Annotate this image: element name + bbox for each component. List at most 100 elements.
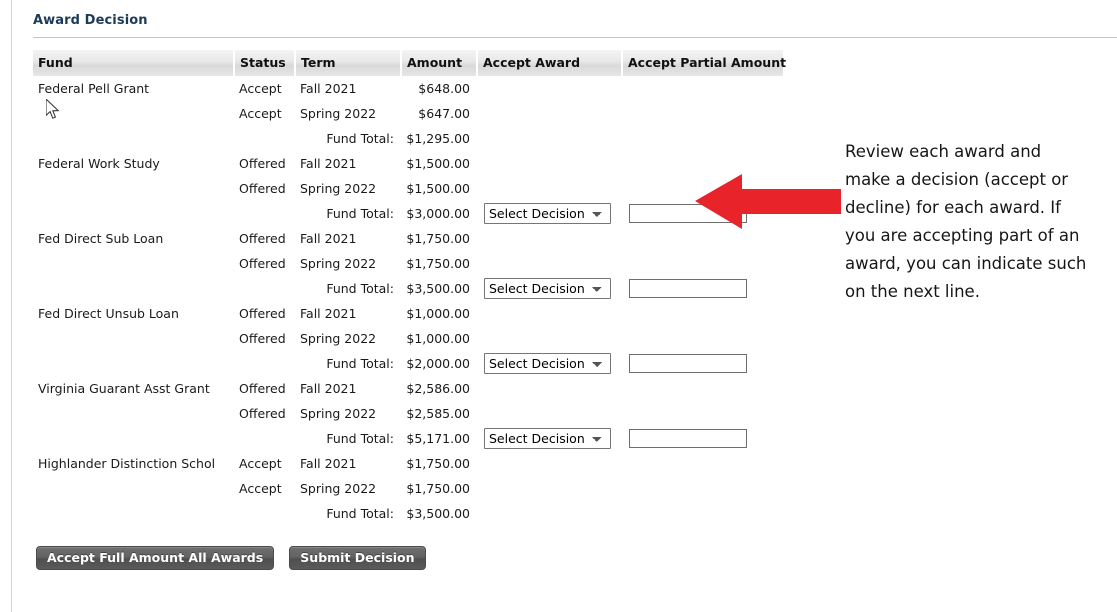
cell-fund-name: Fed Direct Sub Loan	[38, 231, 164, 246]
fund-total-amount: $2,000.00	[406, 356, 470, 371]
partial-amount-input[interactable]	[629, 279, 747, 298]
cell-accept-partial-empty	[622, 101, 783, 126]
partial-amount-input[interactable]	[629, 429, 747, 448]
cell-term: Fall 2021	[300, 456, 357, 471]
cell-status: Accept	[239, 481, 282, 496]
cell-accept-partial-empty	[622, 126, 783, 151]
cell-term: Fall 2021	[300, 306, 357, 321]
cell-amount: $2,585.00	[406, 406, 470, 421]
cell-fund-name-empty	[33, 126, 234, 151]
annotation-instruction-text: Review each award and make a decision (a…	[845, 142, 1087, 301]
cell-amount: $1,750.00	[406, 231, 470, 246]
fund-total-label: Fund Total:	[326, 281, 394, 296]
cell-accept-award-empty	[477, 251, 622, 276]
cell-accept-partial-empty	[622, 76, 783, 101]
cell-accept-award-empty	[477, 401, 622, 426]
cell-fund-name: Highlander Distinction Schol	[38, 456, 216, 471]
cell-fund-name-empty	[33, 501, 234, 526]
cell-accept-award-empty	[477, 76, 622, 101]
decision-select[interactable]: Select DecisionAcceptDecline	[484, 278, 611, 299]
cell-accept-award-empty	[477, 126, 622, 151]
table-body: Federal Pell Grant Accept Fall 2021 $648.00…	[33, 76, 783, 526]
cell-accept-award: Select DecisionAcceptDecline	[477, 276, 622, 301]
fund-total-label: Fund Total:	[326, 506, 394, 521]
cell-status-empty	[234, 276, 295, 301]
title-divider	[33, 37, 1117, 38]
table-row: Accept Spring 2022 $647.00	[33, 101, 783, 126]
fund-total-label: Fund Total:	[326, 206, 394, 221]
cell-accept-award-empty	[477, 376, 622, 401]
table-row: Fed Direct Unsub Loan Offered Fall 2021 $1,…	[33, 301, 783, 326]
fund-total-amount: $3,000.00	[406, 206, 470, 221]
cell-accept-award-empty	[477, 301, 622, 326]
action-button-bar: Accept Full Amount All Awards Submit Dec…	[36, 546, 426, 570]
cell-status-empty	[234, 201, 295, 226]
table-row: Offered Spring 2022 $2,585.00	[33, 401, 783, 426]
cell-status: Accept	[239, 106, 282, 121]
cell-accept-award: Select DecisionAcceptDecline	[477, 351, 622, 376]
cell-accept-award-empty	[477, 451, 622, 476]
cell-accept-partial-empty	[622, 476, 783, 501]
table-row-fund-total: Fund Total: $5,171.00 Select DecisionAccep…	[33, 426, 783, 451]
table-row: Fed Direct Sub Loan Offered Fall 2021 $1,75…	[33, 226, 783, 251]
cell-fund-name-empty	[33, 176, 234, 201]
fund-total-amount: $3,500.00	[406, 506, 470, 521]
cell-term: Fall 2021	[300, 381, 357, 396]
fund-total-amount: $5,171.00	[406, 431, 470, 446]
fund-total-amount: $1,295.00	[406, 131, 470, 146]
table-row: Federal Work Study Offered Fall 2021 $1,500…	[33, 151, 783, 176]
cell-accept-partial-empty	[622, 401, 783, 426]
decision-select[interactable]: Select DecisionAcceptDecline	[484, 203, 611, 224]
cell-fund-name: Fed Direct Unsub Loan	[38, 306, 179, 321]
cell-accept-award-empty	[477, 101, 622, 126]
table-row: Offered Spring 2022 $1,500.00	[33, 176, 783, 201]
column-header-fund: Fund	[33, 50, 235, 76]
cell-status: Accept	[239, 456, 282, 471]
cell-amount: $1,500.00	[406, 181, 470, 196]
cell-fund-name-empty	[33, 251, 234, 276]
cell-amount: $1,750.00	[406, 481, 470, 496]
cell-accept-award-empty	[477, 151, 622, 176]
fund-total-label: Fund Total:	[326, 356, 394, 371]
cell-accept-partial-amount	[622, 276, 783, 301]
cell-term: Spring 2022	[300, 256, 377, 271]
cell-fund-name: Federal Pell Grant	[38, 81, 150, 96]
cell-accept-award: Select DecisionAcceptDecline	[477, 201, 622, 226]
cell-accept-partial-empty	[622, 301, 783, 326]
decision-select[interactable]: Select DecisionAcceptDecline	[484, 428, 611, 449]
table-row-fund-total: Fund Total: $1,295.00	[33, 126, 783, 151]
mouse-cursor-icon	[45, 97, 62, 121]
fund-total-label: Fund Total:	[326, 131, 394, 146]
cell-accept-award-empty	[477, 326, 622, 351]
cell-status: Offered	[239, 256, 286, 271]
cell-amount: $1,500.00	[406, 156, 470, 171]
partial-amount-input[interactable]	[629, 354, 747, 373]
accept-full-amount-all-awards-button[interactable]: Accept Full Amount All Awards	[36, 546, 275, 570]
decision-select[interactable]: Select DecisionAcceptDecline	[484, 353, 611, 374]
cell-fund-name-empty	[33, 201, 234, 226]
table-row: Accept Spring 2022 $1,750.00	[33, 476, 783, 501]
cell-fund-name-empty	[33, 476, 234, 501]
cell-accept-award-empty	[477, 176, 622, 201]
cell-accept-award-empty	[477, 501, 622, 526]
page-left-border	[11, 0, 12, 612]
cell-fund-name-empty	[33, 401, 234, 426]
cell-accept-partial-empty	[622, 451, 783, 476]
cell-amount: $2,586.00	[406, 381, 470, 396]
table-header-row: Fund Status Term Amount Accept Award Acc…	[33, 50, 786, 76]
cell-accept-partial-empty	[622, 251, 783, 276]
cell-term: Fall 2021	[300, 81, 357, 96]
cell-fund-name-empty	[33, 426, 234, 451]
cell-term: Spring 2022	[300, 181, 377, 196]
cell-status-empty	[234, 501, 295, 526]
cell-amount: $1,750.00	[406, 456, 470, 471]
table-row-fund-total: Fund Total: $3,000.00 Select DecisionAccep…	[33, 201, 783, 226]
cell-accept-partial-empty	[622, 501, 783, 526]
cell-fund-name: Virginia Guarant Asst Grant	[38, 381, 210, 396]
cell-term: Spring 2022	[300, 331, 377, 346]
submit-decision-button[interactable]: Submit Decision	[289, 546, 426, 570]
cell-status: Offered	[239, 231, 286, 246]
cell-accept-partial-amount	[622, 426, 783, 451]
cell-amount: $648.00	[418, 81, 470, 96]
cell-accept-partial-empty	[622, 376, 783, 401]
